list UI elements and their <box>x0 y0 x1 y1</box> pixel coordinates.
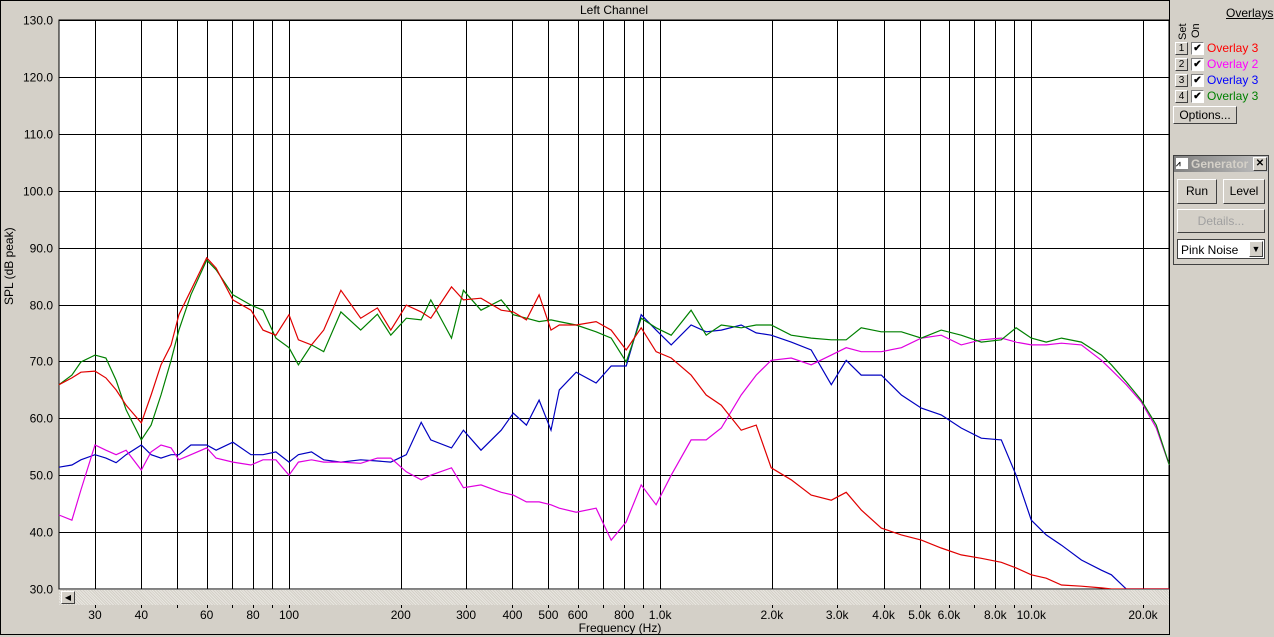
details-button[interactable]: Details... <box>1177 209 1265 233</box>
x-tick-label: 300 <box>456 608 476 622</box>
x-tick-label: 20.0k <box>1128 608 1158 622</box>
overlay-row: 1 ✔ Overlay 3 <box>1175 41 1258 55</box>
overlay-set-button[interactable]: 1 <box>1175 41 1188 55</box>
run-button[interactable]: Run <box>1177 179 1217 204</box>
overlay-label: Overlay 3 <box>1207 89 1259 103</box>
x-tick-label: 4.0k <box>872 608 896 622</box>
overlays-heading: Overlays <box>1226 6 1274 20</box>
y-tick-label: 80.0 <box>30 299 54 313</box>
x-tick-label: 800 <box>614 608 634 622</box>
generator-titlebar[interactable]: ⩘ Generator ✕ <box>1174 156 1268 172</box>
generator-title: Generator <box>1191 157 1249 171</box>
y-tick-label: 90.0 <box>30 242 54 256</box>
x-tick-label: 6.0k <box>938 608 962 622</box>
overlay-on-checkbox[interactable]: ✔ <box>1191 41 1204 55</box>
x-tick-label: 3.0k <box>826 608 850 622</box>
signal-select-value: Pink Noise <box>1181 243 1239 257</box>
plot-area <box>58 19 1170 590</box>
y-tick-label: 60.0 <box>30 412 54 426</box>
x-axis-label: Frequency (Hz) <box>578 621 662 635</box>
x-tick-label: 1.0k <box>649 608 673 622</box>
x-tick-label: 60 <box>200 608 214 622</box>
y-tick-label: 40.0 <box>30 526 54 540</box>
x-tick-label: 500 <box>538 608 558 622</box>
overlay-row: 4 ✔ Overlay 3 <box>1175 89 1258 103</box>
generator-panel: ⩘ Generator ✕ Run Level Details... Pink N… <box>1173 155 1269 265</box>
x-tick-label: 30 <box>88 608 102 622</box>
overlay-set-button[interactable]: 2 <box>1175 57 1188 71</box>
close-icon[interactable]: ✕ <box>1253 157 1267 171</box>
x-tick-label: 5.0k <box>908 608 932 622</box>
y-axis-label: SPL (dB peak) <box>2 227 16 305</box>
x-tick-label: 100 <box>279 608 299 622</box>
overlay-on-checkbox[interactable]: ✔ <box>1191 89 1204 103</box>
options-button[interactable]: Options... <box>1173 106 1237 124</box>
x-tick-label: 2.0k <box>761 608 785 622</box>
y-tick-label: 130.0 <box>23 14 53 28</box>
x-tick-label: 40 <box>135 608 149 622</box>
chevron-down-icon[interactable]: ▼ <box>1249 241 1263 257</box>
overlay-set-button[interactable]: 4 <box>1175 89 1188 103</box>
x-tick-label: 80 <box>246 608 260 622</box>
y-tick-label: 100.0 <box>23 185 53 199</box>
overlay-set-button[interactable]: 3 <box>1175 73 1188 87</box>
y-tick-label: 120.0 <box>23 71 53 85</box>
x-tick-label: 600 <box>568 608 588 622</box>
overlays-panel: Overlays Set On 1 ✔ Overlay 3 2 ✔ Overlay… <box>1170 0 1274 637</box>
y-tick-label: 30.0 <box>30 583 54 597</box>
set-column-label: Set <box>1177 23 1189 40</box>
overlay-on-checkbox[interactable]: ✔ <box>1191 73 1204 87</box>
overlay-on-checkbox[interactable]: ✔ <box>1191 57 1204 71</box>
x-tick-label: 8.0k <box>984 608 1008 622</box>
scroll-left-button[interactable]: ◀ <box>61 591 75 604</box>
waveform-icon: ⩘ <box>1176 158 1188 169</box>
y-tick-label: 110.0 <box>24 128 53 142</box>
y-tick-label: 70.0 <box>30 355 54 369</box>
x-tick-label: 400 <box>502 608 522 622</box>
signal-select[interactable]: Pink Noise ▼ <box>1177 239 1265 259</box>
overlay-label: Overlay 3 <box>1207 73 1259 87</box>
x-tick-label: 10.0k <box>1017 608 1047 622</box>
frequency-response-plot: 30.0 40.0 50.0 60.0 70.0 80.0 90.0 100.0 110.0 12… <box>23 14 1170 622</box>
overlay-label: Overlay 2 <box>1207 57 1259 71</box>
overlay-row: 2 ✔ Overlay 2 <box>1175 57 1258 71</box>
level-button[interactable]: Level <box>1223 179 1265 204</box>
overlay-label: Overlay 3 <box>1207 41 1259 55</box>
y-tick-label: 50.0 <box>30 469 54 483</box>
x-tick-label: 200 <box>391 608 411 622</box>
on-column-label: On <box>1190 23 1202 38</box>
overlay-row: 3 ✔ Overlay 3 <box>1175 73 1258 87</box>
horizontal-scrollbar[interactable]: ◀ <box>59 589 1169 605</box>
